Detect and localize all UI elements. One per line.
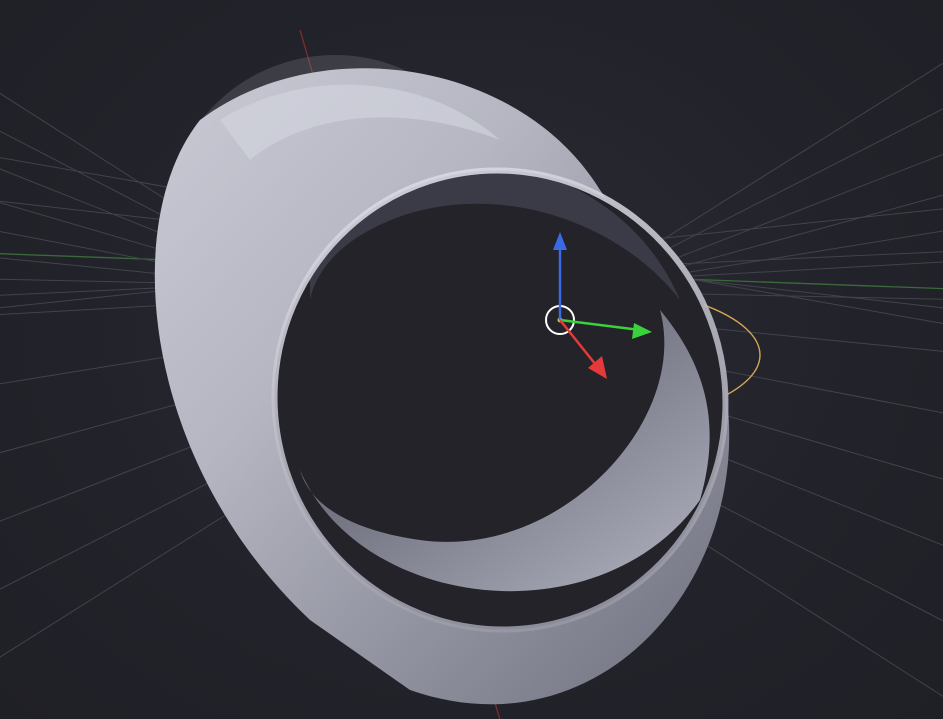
cylinder-object[interactable] — [119, 11, 785, 704]
viewport-canvas[interactable] — [0, 0, 943, 719]
3d-viewport[interactable] — [0, 0, 943, 719]
